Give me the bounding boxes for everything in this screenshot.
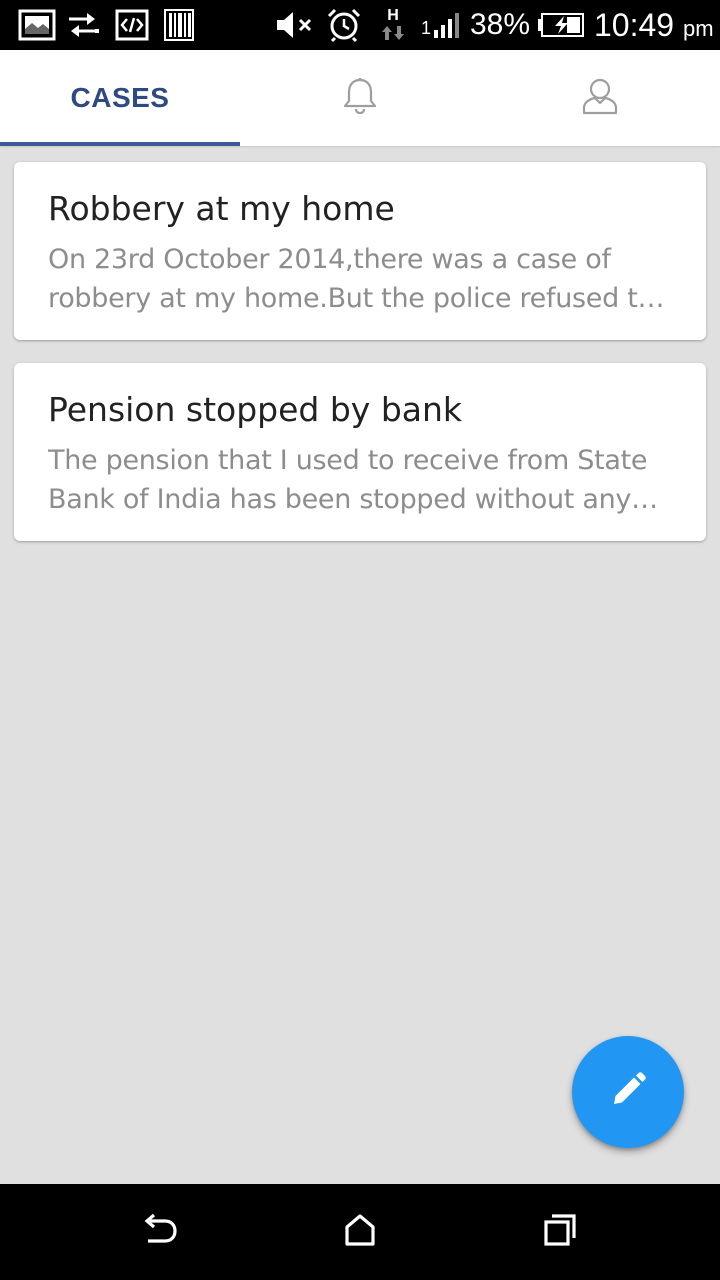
pencil-icon (608, 1070, 648, 1114)
tab-bar: CASES (0, 50, 720, 146)
case-list: Robbery at my home On 23rd October 2014,… (14, 162, 706, 564)
status-bar: H 1 38% 10:49 pm (0, 0, 720, 50)
barcode-icon (162, 0, 196, 50)
signal-icon: 1 (420, 0, 464, 50)
code-icon (114, 0, 150, 50)
new-case-button[interactable] (572, 1036, 684, 1148)
case-description: On 23rd October 2014,there was a case of… (48, 244, 654, 314)
bell-icon (340, 76, 380, 120)
case-title: Pension stopped by bank (48, 390, 463, 429)
network-type-label: H (387, 7, 399, 24)
case-card[interactable]: Pension stopped by bank The pension that… (14, 363, 706, 541)
back-button[interactable] (100, 1184, 220, 1280)
person-icon (580, 76, 620, 120)
battery-charging-icon (536, 0, 586, 50)
home-icon (342, 1212, 378, 1252)
gallery-icon (16, 0, 58, 50)
signal-sim-label: 1 (420, 17, 431, 38)
recents-icon (542, 1212, 578, 1252)
tab-notifications[interactable] (240, 50, 480, 146)
home-button[interactable] (300, 1184, 420, 1280)
battery-percent: 38% (470, 8, 531, 41)
active-tab-indicator (0, 142, 240, 146)
navigation-bar (0, 1184, 720, 1280)
case-card[interactable]: Robbery at my home On 23rd October 2014,… (14, 162, 706, 340)
recents-button[interactable] (500, 1184, 620, 1280)
mute-icon (272, 0, 318, 50)
clock-time: 10:49 (594, 7, 675, 43)
alarm-icon (324, 0, 364, 50)
clock-ampm: pm (682, 16, 714, 41)
tab-cases[interactable]: CASES (0, 50, 240, 146)
case-title: Robbery at my home (48, 189, 395, 228)
clock: 10:49 pm (594, 0, 714, 50)
tab-cases-label: CASES (70, 82, 170, 113)
tab-profile[interactable] (480, 50, 720, 146)
data-arrows-icon: H (376, 0, 410, 50)
sync-icon (64, 0, 102, 50)
back-icon (140, 1212, 180, 1252)
case-description: The pension that I used to receive from … (48, 445, 648, 515)
